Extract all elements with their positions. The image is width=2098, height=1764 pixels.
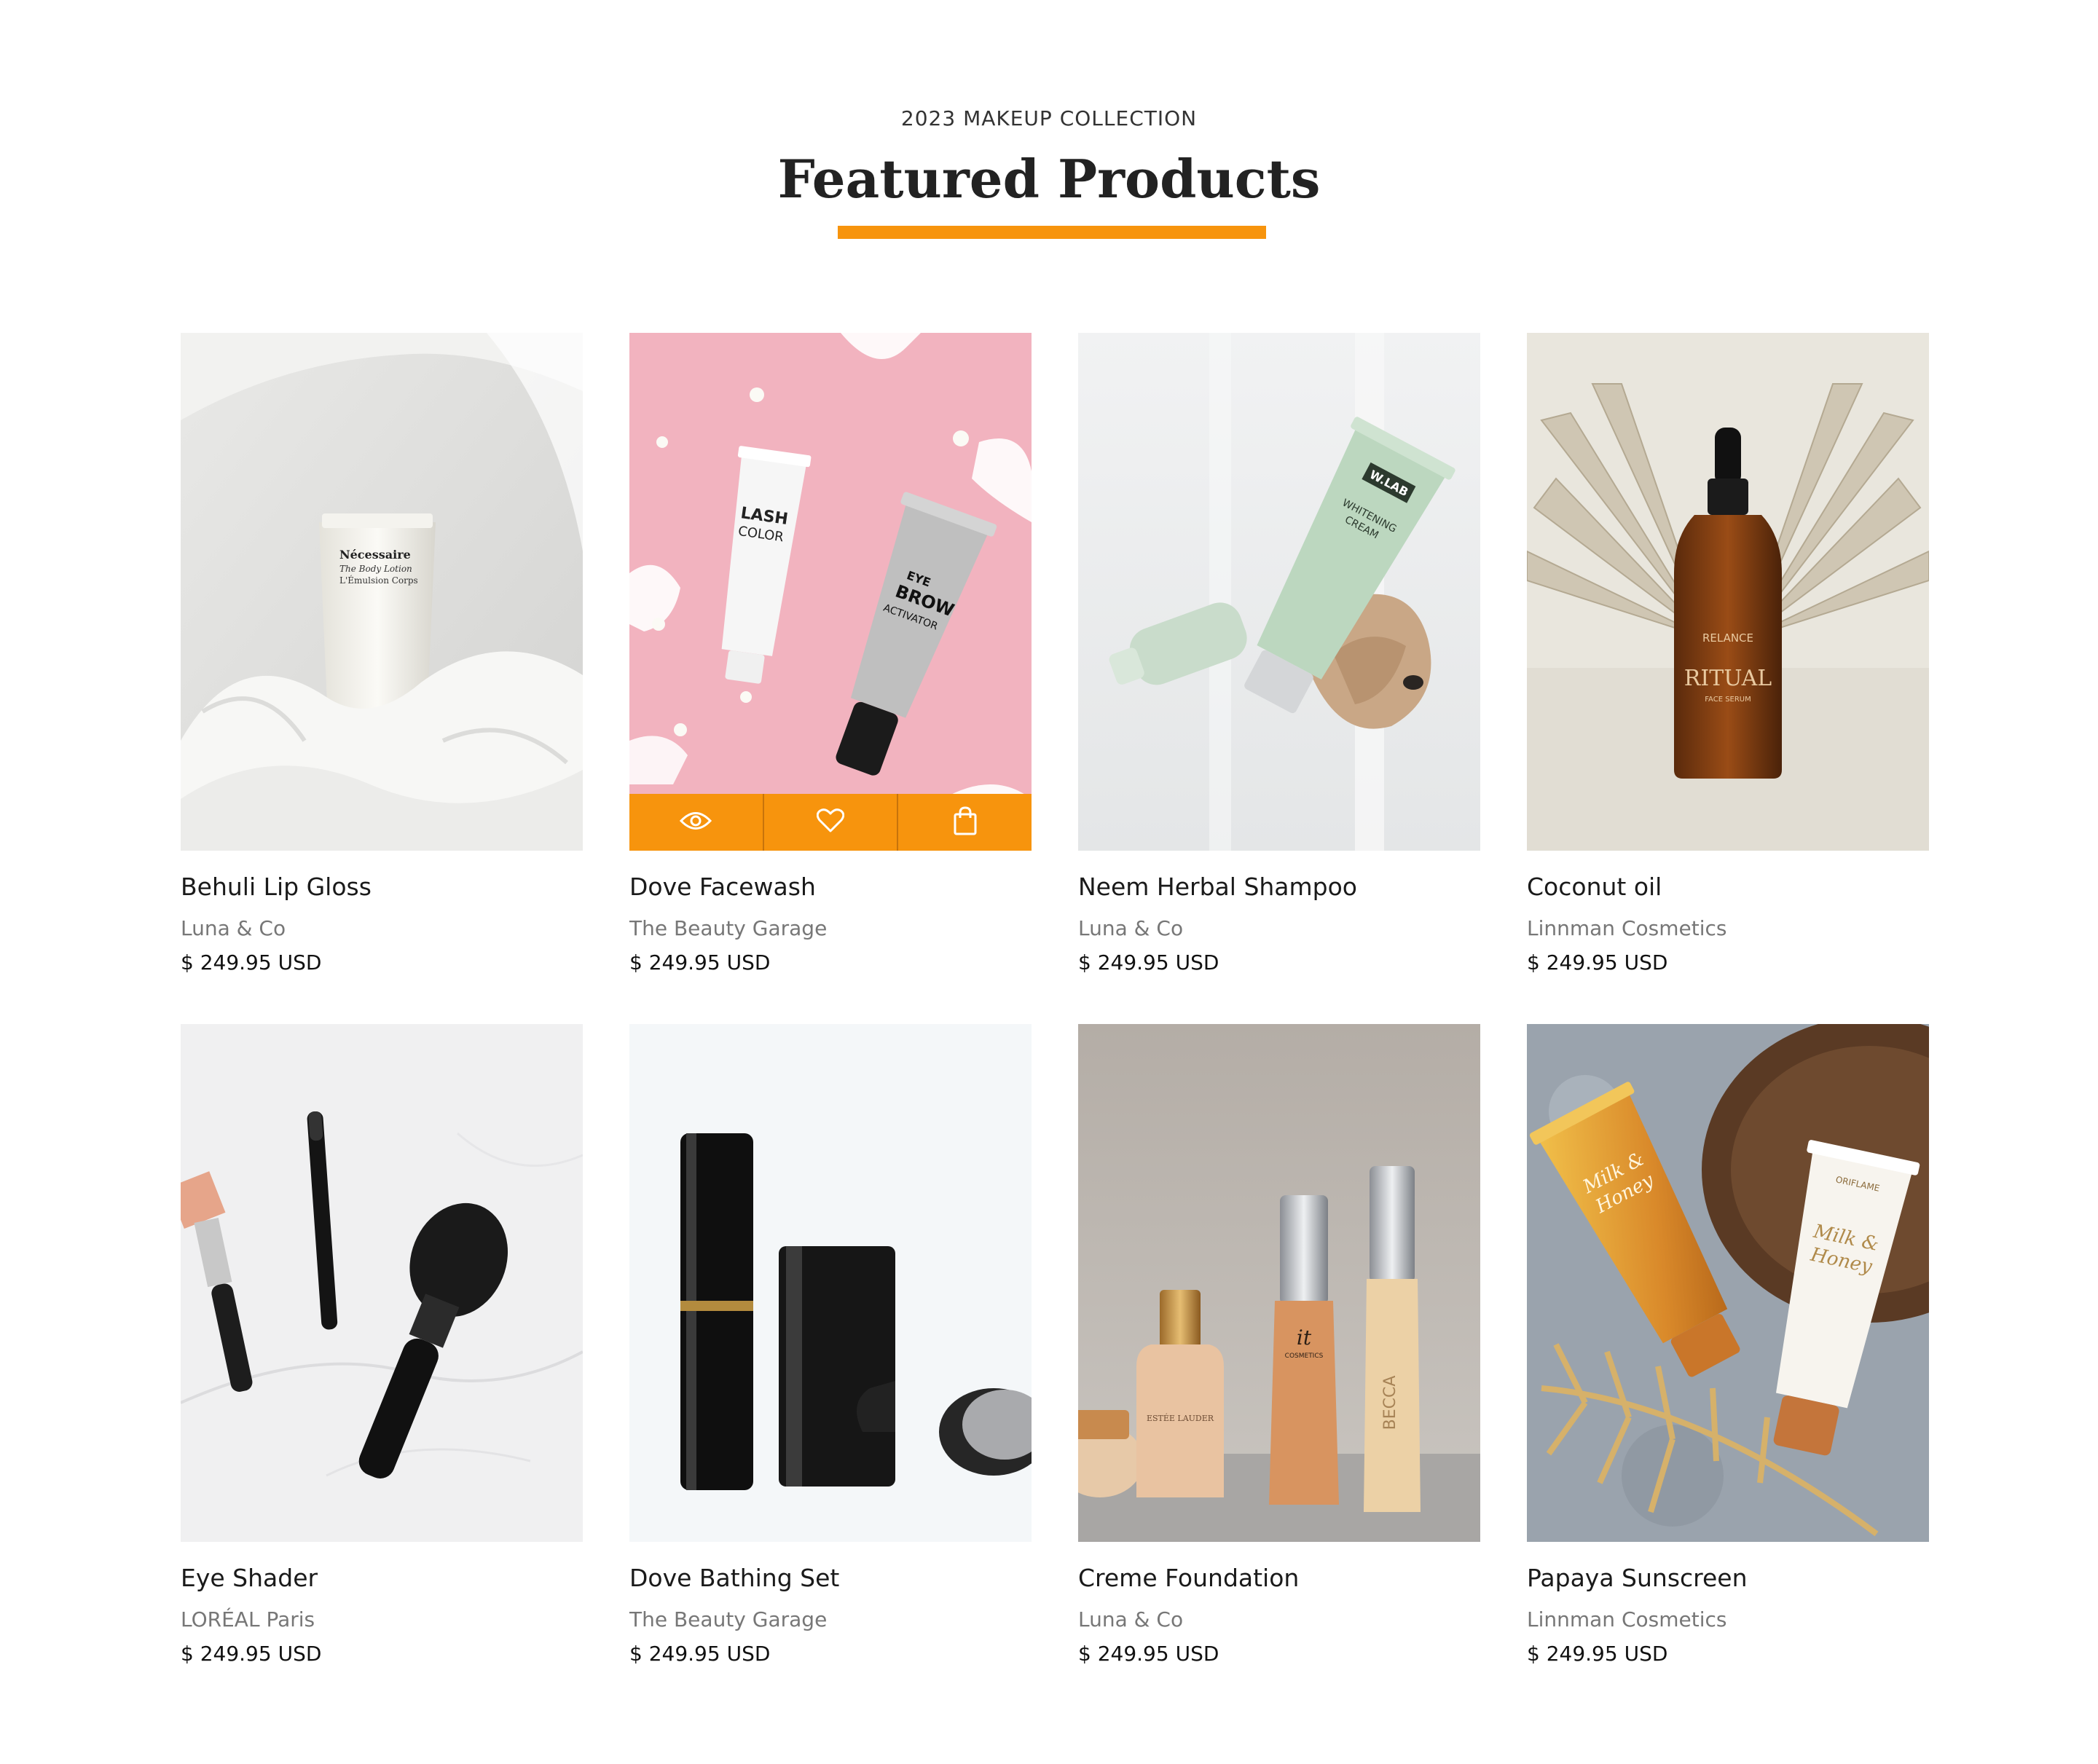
product-image[interactable]: RELANCE RITUAL FACE SERUM xyxy=(1527,333,1929,851)
svg-text:it: it xyxy=(1297,1326,1312,1350)
product-brand: Luna & Co xyxy=(1078,1607,1184,1631)
svg-text:The Body Lotion: The Body Lotion xyxy=(339,564,412,574)
product-image[interactable]: ESTÉE LAUDER it COSMETICS BECCA xyxy=(1078,1024,1480,1542)
product-name[interactable]: Papaya Sunscreen xyxy=(1527,1564,1929,1593)
product-name[interactable]: Creme Foundation xyxy=(1078,1564,1480,1593)
section-title: Featured Products xyxy=(777,148,1321,210)
product-name[interactable]: Coconut oil xyxy=(1527,873,1929,902)
product-name[interactable]: Dove Facewash xyxy=(629,873,1032,902)
product-card[interactable]: W.LAB WHITENING CREAM Neem Herbal Shampo… xyxy=(1078,333,1480,975)
product-brand: Linnman Cosmetics xyxy=(1527,916,1727,940)
product-card[interactable]: ESTÉE LAUDER it COSMETICS BECCA Creme Fo… xyxy=(1078,1024,1480,1666)
svg-text:L'Émulsion Corps: L'Émulsion Corps xyxy=(339,575,418,586)
product-name[interactable]: Neem Herbal Shampoo xyxy=(1078,873,1480,902)
svg-text:FACE SERUM: FACE SERUM xyxy=(1705,696,1751,704)
product-card[interactable]: Dove Bathing Set The Beauty Garage $ 249… xyxy=(629,1024,1032,1666)
wishlist-button[interactable] xyxy=(764,794,899,851)
svg-text:RELANCE: RELANCE xyxy=(1702,631,1753,645)
svg-text:COSMETICS: COSMETICS xyxy=(1285,1352,1324,1360)
product-image[interactable]: Nécessaire The Body Lotion L'Émulsion Co… xyxy=(181,333,583,851)
product-price: $ 249.95 USD xyxy=(629,950,771,975)
product-image[interactable]: W.LAB WHITENING CREAM xyxy=(1078,333,1480,851)
product-brand: Linnman Cosmetics xyxy=(1527,1607,1727,1631)
product-name[interactable]: Dove Bathing Set xyxy=(629,1564,1032,1593)
product-card[interactable]: Milk & Honey ORIFLAME Milk & Honey Papay… xyxy=(1527,1024,1929,1666)
product-brand: Luna & Co xyxy=(181,916,286,940)
product-image[interactable]: LASH COLOR EYE BROW ACTIVATOR xyxy=(629,333,1032,851)
product-brand: LORÉAL Paris xyxy=(181,1607,315,1631)
eye-icon xyxy=(680,810,712,835)
product-price: $ 249.95 USD xyxy=(1527,1642,1668,1666)
product-price: $ 249.95 USD xyxy=(1078,950,1219,975)
product-price: $ 249.95 USD xyxy=(629,1642,771,1666)
product-price: $ 249.95 USD xyxy=(1527,950,1668,975)
svg-text:BECCA: BECCA xyxy=(1381,1376,1399,1430)
quick-view-button[interactable] xyxy=(629,794,764,851)
svg-text:RITUAL: RITUAL xyxy=(1684,666,1772,691)
product-image[interactable] xyxy=(181,1024,583,1542)
product-card[interactable]: LASH COLOR EYE BROW ACTIVATOR Dove Facew… xyxy=(629,333,1032,975)
product-name[interactable]: Behuli Lip Gloss xyxy=(181,873,583,902)
product-price: $ 249.95 USD xyxy=(181,950,322,975)
product-price: $ 249.95 USD xyxy=(1078,1642,1219,1666)
product-image[interactable]: Milk & Honey ORIFLAME Milk & Honey xyxy=(1527,1024,1929,1542)
shopping-bag-icon xyxy=(953,806,978,838)
product-action-bar xyxy=(629,794,1032,851)
product-price: $ 249.95 USD xyxy=(181,1642,322,1666)
product-name[interactable]: Eye Shader xyxy=(181,1564,583,1593)
collection-eyebrow: 2023 MAKEUP COLLECTION xyxy=(900,106,1198,130)
add-to-cart-button[interactable] xyxy=(898,794,1032,851)
product-card[interactable]: RELANCE RITUAL FACE SERUM Coconut oil Li… xyxy=(1527,333,1929,975)
product-card[interactable]: Nécessaire The Body Lotion L'Émulsion Co… xyxy=(181,333,583,975)
product-card[interactable]: Eye Shader LORÉAL Paris $ 249.95 USD xyxy=(181,1024,583,1666)
svg-text:Nécessaire: Nécessaire xyxy=(339,548,411,562)
svg-text:ESTÉE LAUDER: ESTÉE LAUDER xyxy=(1147,1413,1214,1423)
product-brand: The Beauty Garage xyxy=(629,916,828,940)
product-brand: Luna & Co xyxy=(1078,916,1184,940)
title-underline xyxy=(838,226,1266,239)
product-brand: The Beauty Garage xyxy=(629,1607,828,1631)
heart-icon xyxy=(816,808,845,836)
product-image[interactable] xyxy=(629,1024,1032,1542)
